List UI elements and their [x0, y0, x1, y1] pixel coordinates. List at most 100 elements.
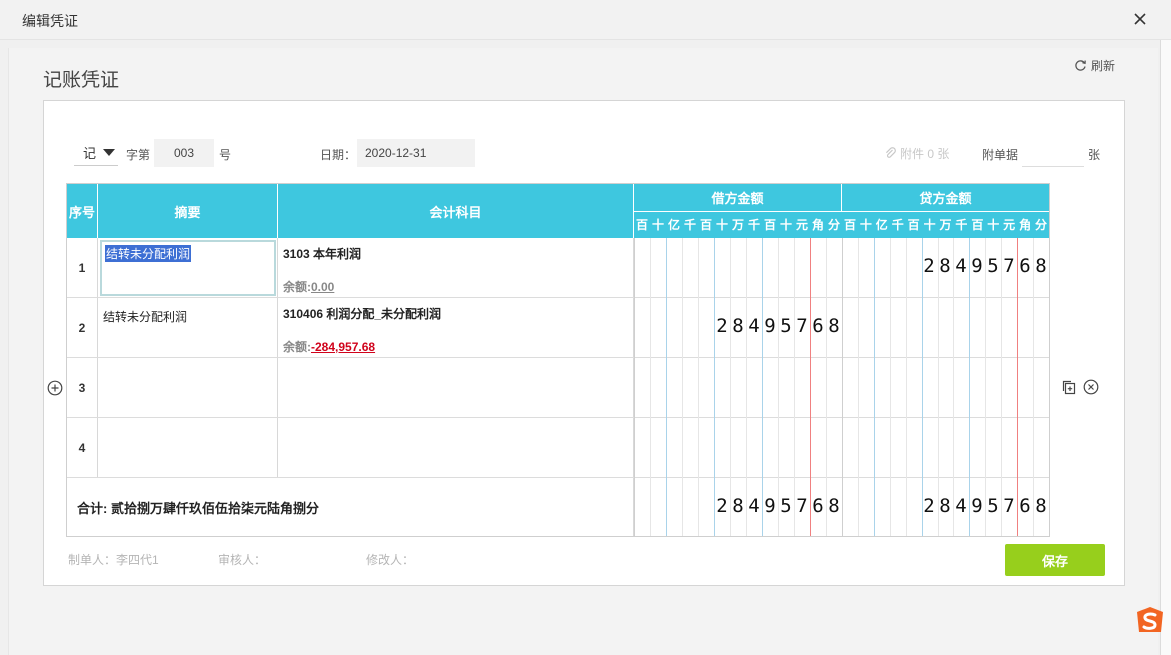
- scroll-strip[interactable]: [1160, 40, 1171, 655]
- credit-digit-unit: 千: [889, 212, 906, 238]
- account-name: 3103 本年利润: [283, 247, 362, 261]
- summary-input[interactable]: 结转未分配利润: [100, 240, 276, 296]
- row-seq: 1: [67, 238, 98, 297]
- total-credit-amount: 28495768: [923, 495, 1047, 517]
- debit-digit-divider: [650, 238, 651, 536]
- caret-down-icon: [103, 149, 116, 156]
- total-label: 合计: 贰拾捌万肆仟玖佰伍拾柒元陆角捌分: [77, 501, 319, 516]
- header-seq: 序号: [67, 184, 98, 238]
- delete-row-icon[interactable]: [1083, 379, 1099, 395]
- close-icon[interactable]: [1131, 10, 1149, 28]
- reviewer-label: 审核人：: [218, 553, 267, 567]
- credit-digit-divider: [1001, 238, 1003, 536]
- date-label: 日期：: [320, 148, 357, 162]
- debit-digit-unit: 分: [826, 212, 842, 238]
- balance-value: 0.00: [311, 280, 335, 294]
- table-row: 4: [67, 418, 1049, 478]
- account-balance: 余额:-284,957.68: [283, 338, 375, 355]
- total-debit-amount: 28495768: [716, 495, 840, 517]
- debit-digit-divider: [698, 238, 699, 536]
- credit-digit-unit: 亿: [873, 212, 890, 238]
- debit-amount[interactable]: 28495768: [714, 315, 842, 337]
- add-row-icon[interactable]: [47, 380, 63, 396]
- debit-digit-unit: 十: [714, 212, 730, 238]
- hao-label: 号: [219, 148, 232, 162]
- debit-digit-divider: [666, 238, 667, 536]
- credit-digit-unit: 万: [937, 212, 954, 238]
- header-summary: 摘要: [98, 184, 278, 238]
- account-cell[interactable]: 310406 利润分配_未分配利润 余额:-284,957.68: [278, 298, 634, 357]
- credit-digit-divider: [1033, 238, 1035, 536]
- debit-digit-unit: 亿: [666, 212, 682, 238]
- debit-column-border: [634, 238, 635, 536]
- debit-digit-divider: [746, 238, 747, 536]
- debit-digit-unit: 百: [698, 212, 714, 238]
- page-title: 记账凭证: [43, 70, 120, 91]
- summary-selected-text: 结转未分配利润: [105, 245, 192, 262]
- debit-digit-divider: [730, 238, 731, 536]
- attachment-label: 附件 0 张: [900, 147, 950, 161]
- debit-digit-unit: 千: [746, 212, 762, 238]
- bills-count-input[interactable]: [1022, 140, 1084, 167]
- summary-text: 结转未分配利润: [103, 310, 188, 324]
- voucher-table: 序号 摘要 会计科目 借方金额 贷方金额 百十亿千百十万千百十元角分百十亿千百十…: [66, 183, 1050, 537]
- credit-digit-divider: [905, 238, 907, 536]
- credit-digit-divider: [857, 238, 859, 536]
- credit-digit-unit: 百: [905, 212, 922, 238]
- credit-digit-unit: 百: [842, 212, 858, 238]
- date-input[interactable]: 2020-12-31: [357, 139, 475, 167]
- credit-digit-unit: 角: [1017, 212, 1034, 238]
- debit-digit-divider: [826, 238, 827, 536]
- attachment-link[interactable]: 附件 0 张: [884, 145, 949, 162]
- credit-digit-divider: [889, 238, 891, 536]
- table-row: 1 结转未分配利润 3103 本年利润 余额:0.00: [67, 238, 1049, 298]
- summary-cell[interactable]: [98, 358, 278, 417]
- balance-label: 余额:: [283, 340, 311, 354]
- credit-amount[interactable]: 28495768: [921, 255, 1049, 277]
- zi-label: 字第: [126, 148, 151, 162]
- credit-digit-divider: [921, 238, 923, 536]
- credit-digit-unit: 十: [857, 212, 874, 238]
- credit-digit-unit: 元: [1001, 212, 1018, 238]
- header-credit: 贷方金额: [842, 184, 1049, 212]
- account-cell[interactable]: [278, 358, 634, 417]
- copy-row-icon[interactable]: [1061, 379, 1077, 395]
- dialog-header: 编辑凭证: [0, 0, 1171, 40]
- debit-digit-divider: [762, 238, 763, 536]
- debit-digit-unit: 元: [794, 212, 810, 238]
- summary-cell[interactable]: [98, 418, 278, 477]
- credit-digit-unit: 十: [921, 212, 938, 238]
- row-seq: 2: [67, 298, 98, 357]
- credit-column-border: [842, 238, 843, 536]
- summary-cell[interactable]: 结转未分配利润: [98, 298, 278, 357]
- header-account: 会计科目: [278, 184, 634, 238]
- credit-digit-divider: [969, 238, 971, 536]
- credit-digit-divider: [1017, 238, 1019, 536]
- table-row: 2 结转未分配利润 310406 利润分配_未分配利润 余额:-284,957.…: [67, 298, 1049, 358]
- debit-digit-divider: [810, 238, 811, 536]
- refresh-label: 刷新: [1091, 59, 1116, 73]
- refresh-button[interactable]: 刷新: [1074, 57, 1115, 74]
- debit-digit-unit: 十: [778, 212, 794, 238]
- voucher-number-input[interactable]: 003: [154, 139, 214, 167]
- voucher-type-value: 记: [83, 146, 97, 161]
- voucher-type-select[interactable]: 记: [74, 140, 118, 166]
- paperclip-icon: [885, 147, 896, 158]
- credit-digit-unit: 千: [953, 212, 970, 238]
- balance-value: -284,957.68: [311, 340, 376, 354]
- credit-digit-unit: 十: [985, 212, 1002, 238]
- summary-cell[interactable]: 结转未分配利润: [98, 238, 278, 297]
- row-seq: 4: [67, 418, 98, 477]
- account-cell[interactable]: [278, 418, 634, 477]
- credit-digit-unit: 分: [1033, 212, 1049, 238]
- debit-digit-unit: 百: [762, 212, 778, 238]
- table-row: 3: [67, 358, 1049, 418]
- credit-digit-divider: [953, 238, 955, 536]
- ime-logo-icon[interactable]: [1134, 606, 1166, 636]
- account-name: 310406 利润分配_未分配利润: [283, 307, 442, 321]
- debit-digit-divider: [714, 238, 715, 536]
- credit-digit-divider: [937, 238, 939, 536]
- save-button[interactable]: 保存: [1005, 544, 1105, 576]
- dialog-title: 编辑凭证: [22, 13, 78, 29]
- account-cell[interactable]: 3103 本年利润 余额:0.00: [278, 238, 634, 297]
